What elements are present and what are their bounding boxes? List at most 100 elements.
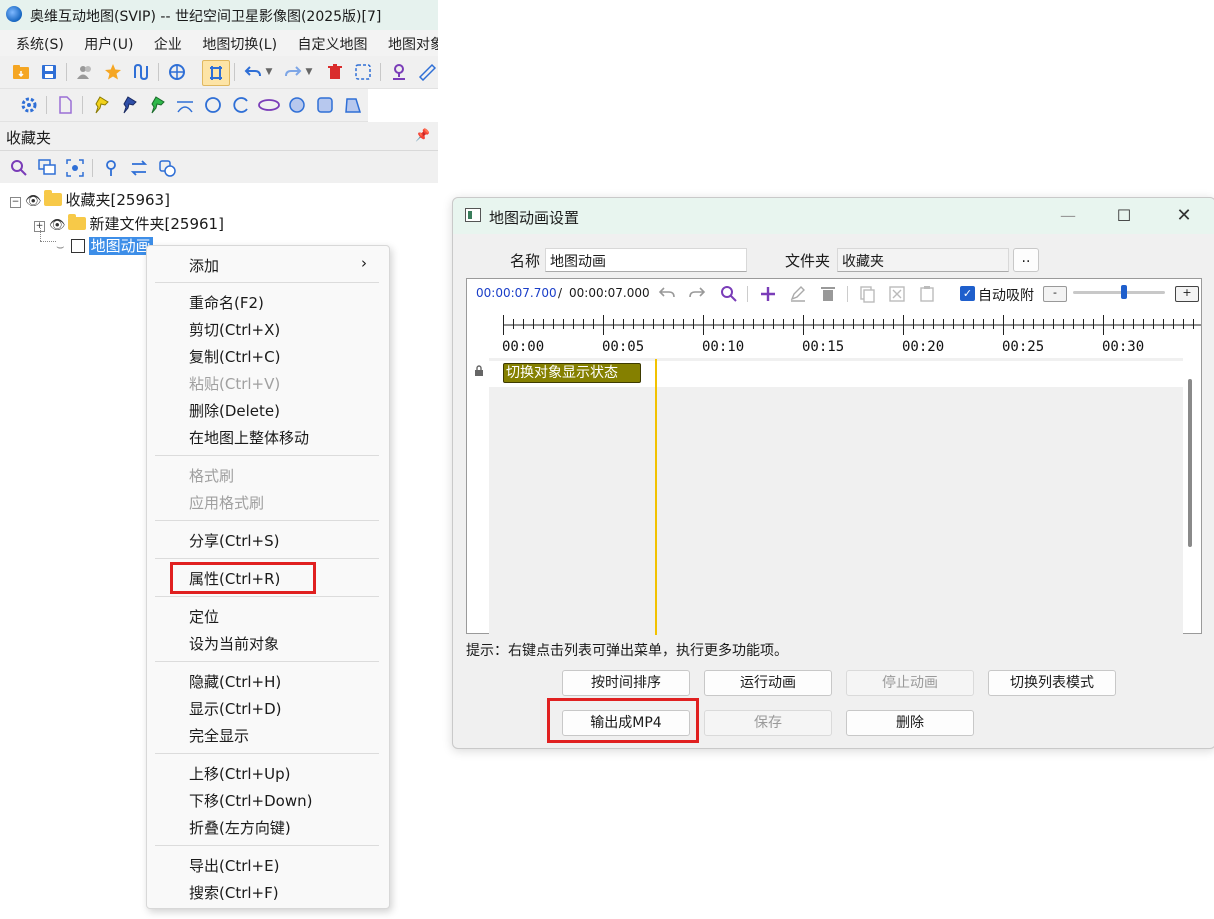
open-folder-icon[interactable] — [12, 63, 30, 81]
menu-item-paste[interactable]: 粘贴(Ctrl+V) — [189, 373, 280, 394]
circle-icon[interactable] — [204, 96, 222, 114]
menu-item-cut[interactable]: 剪切(Ctrl+X) — [189, 319, 280, 340]
menu-item-locate[interactable]: 定位 — [189, 606, 219, 627]
filled-rect-icon[interactable] — [316, 96, 334, 114]
location-pin-icon[interactable] — [390, 63, 408, 81]
browse-button[interactable]: .. — [1013, 248, 1039, 272]
auto-snap-checkbox[interactable]: ✓ — [960, 286, 975, 301]
filled-circle-icon[interactable] — [288, 96, 306, 114]
maximize-icon[interactable]: ☐ — [1101, 202, 1147, 230]
arc-icon[interactable] — [232, 96, 250, 114]
tree-node-animation[interactable]: ⌣ 地图动画 — [56, 235, 153, 256]
menu-item-move-up[interactable]: 上移(Ctrl+Up) — [189, 763, 290, 784]
users-icon[interactable] — [76, 63, 94, 81]
redo-icon[interactable] — [284, 63, 302, 81]
switch-list-mode-button[interactable]: 切换列表模式 — [988, 670, 1116, 696]
stop-animation-button[interactable]: 停止动画 — [846, 670, 974, 696]
search-icon[interactable] — [10, 159, 28, 181]
select-box-icon[interactable] — [354, 63, 372, 81]
redo-dropdown-icon[interactable]: ▼ — [304, 63, 314, 81]
minimize-icon[interactable]: — — [1045, 202, 1091, 230]
copy-layers-icon[interactable] — [38, 159, 56, 181]
tree-node-root[interactable]: − 👁 收藏夹[25963] — [10, 189, 170, 210]
undo-icon[interactable] — [244, 63, 262, 81]
polyline-icon[interactable] — [176, 96, 194, 114]
edit-mode-icon[interactable] — [202, 60, 230, 86]
blue-pin-icon[interactable] — [122, 96, 140, 114]
lock-icon[interactable] — [474, 365, 484, 381]
pin-icon[interactable]: 📌 — [415, 128, 430, 142]
add-icon[interactable] — [758, 284, 778, 308]
eye-icon[interactable]: 👁 — [49, 218, 66, 233]
3d-view-icon[interactable] — [168, 63, 186, 81]
zoom-slider-track[interactable] — [1073, 291, 1165, 294]
favorite-star-icon[interactable] — [104, 63, 122, 81]
menu-item-show[interactable]: 显示(Ctrl+D) — [189, 698, 282, 719]
menu-item-show-all[interactable]: 完全显示 — [189, 725, 249, 746]
menu-item-export[interactable]: 导出(Ctrl+E) — [189, 855, 279, 876]
folder-input[interactable]: 收藏夹 — [837, 248, 1009, 272]
ellipse-icon[interactable] — [258, 96, 280, 114]
menu-user[interactable]: 用户(U) — [84, 30, 133, 54]
zoom-slider-thumb[interactable] — [1121, 285, 1127, 299]
new-document-icon[interactable] — [56, 96, 74, 114]
menu-item-collapse[interactable]: 折叠(左方向键) — [189, 817, 291, 838]
shape-copy-icon[interactable] — [158, 159, 176, 181]
redo-icon[interactable] — [687, 284, 707, 308]
polygon-icon[interactable] — [344, 96, 362, 114]
locate-frame-icon[interactable] — [66, 159, 84, 181]
menu-custom-map[interactable]: 自定义地图 — [298, 30, 368, 54]
menu-item-add[interactable]: 添加 — [189, 255, 219, 276]
copy-icon[interactable] — [857, 284, 877, 308]
eye-icon[interactable]: 👁 — [25, 194, 42, 209]
menu-system[interactable]: 系统(S) — [16, 30, 64, 54]
menu-enterprise[interactable]: 企业 — [154, 30, 182, 54]
menu-item-set-current[interactable]: 设为当前对象 — [189, 633, 279, 654]
menu-item-apply-format-brush[interactable]: 应用格式刷 — [189, 492, 264, 513]
animation-clip[interactable]: 切换对象显示状态 — [503, 363, 641, 383]
settings-gear-icon[interactable] — [20, 96, 38, 114]
run-animation-button[interactable]: 运行动画 — [704, 670, 832, 696]
menu-item-share[interactable]: 分享(Ctrl+S) — [189, 530, 279, 551]
zoom-out-button[interactable]: - — [1043, 286, 1067, 302]
sort-by-time-button[interactable]: 按时间排序 — [562, 670, 690, 696]
menu-item-delete[interactable]: 删除(Delete) — [189, 400, 280, 421]
menu-map-object[interactable]: 地图对象 — [388, 30, 438, 54]
delete-icon[interactable] — [326, 63, 344, 81]
vertical-scrollbar[interactable] — [1188, 379, 1192, 547]
green-pin-icon[interactable] — [150, 96, 168, 114]
swap-icon[interactable] — [130, 159, 148, 181]
animation-list-icon — [70, 239, 85, 253]
menu-item-copy[interactable]: 复制(Ctrl+C) — [189, 346, 280, 367]
zoom-icon[interactable] — [719, 284, 739, 308]
menu-item-move-down[interactable]: 下移(Ctrl+Down) — [189, 790, 312, 811]
playhead[interactable] — [655, 359, 657, 635]
cut-icon[interactable] — [887, 284, 907, 308]
menu-item-search[interactable]: 搜索(Ctrl+F) — [189, 882, 279, 903]
marker-icon[interactable] — [102, 159, 120, 181]
total-time: 00:00:07.000 — [569, 286, 650, 300]
menu-item-hide[interactable]: 隐藏(Ctrl+H) — [189, 671, 281, 692]
menu-map-switch[interactable]: 地图切换(L) — [202, 30, 277, 54]
name-input[interactable]: 地图动画 — [545, 248, 747, 272]
save-icon[interactable] — [40, 63, 58, 81]
route-icon[interactable] — [132, 63, 150, 81]
trash-icon[interactable] — [818, 284, 838, 308]
paste-icon[interactable] — [917, 284, 937, 308]
menu-item-format-brush[interactable]: 格式刷 — [189, 465, 234, 486]
save-button[interactable]: 保存 — [704, 710, 832, 736]
tree-node-folder[interactable]: + 👁 新建文件夹[25961] — [34, 213, 224, 234]
menu-item-rename[interactable]: 重命名(F2) — [189, 292, 264, 313]
yellow-pin-icon[interactable] — [94, 96, 112, 114]
delete-button[interactable]: 删除 — [846, 710, 974, 736]
edit-icon[interactable] — [788, 284, 808, 308]
menu-item-move-on-map[interactable]: 在地图上整体移动 — [189, 427, 309, 448]
eye-hidden-icon[interactable]: ⌣ — [56, 240, 65, 255]
undo-icon[interactable] — [657, 284, 677, 308]
ruler-icon[interactable] — [418, 63, 437, 82]
collapse-icon[interactable]: − — [10, 197, 21, 208]
zoom-in-button[interactable]: + — [1175, 286, 1199, 302]
track-area[interactable] — [489, 358, 1183, 635]
close-icon[interactable]: ✕ — [1161, 202, 1207, 230]
undo-dropdown-icon[interactable]: ▼ — [264, 63, 274, 81]
